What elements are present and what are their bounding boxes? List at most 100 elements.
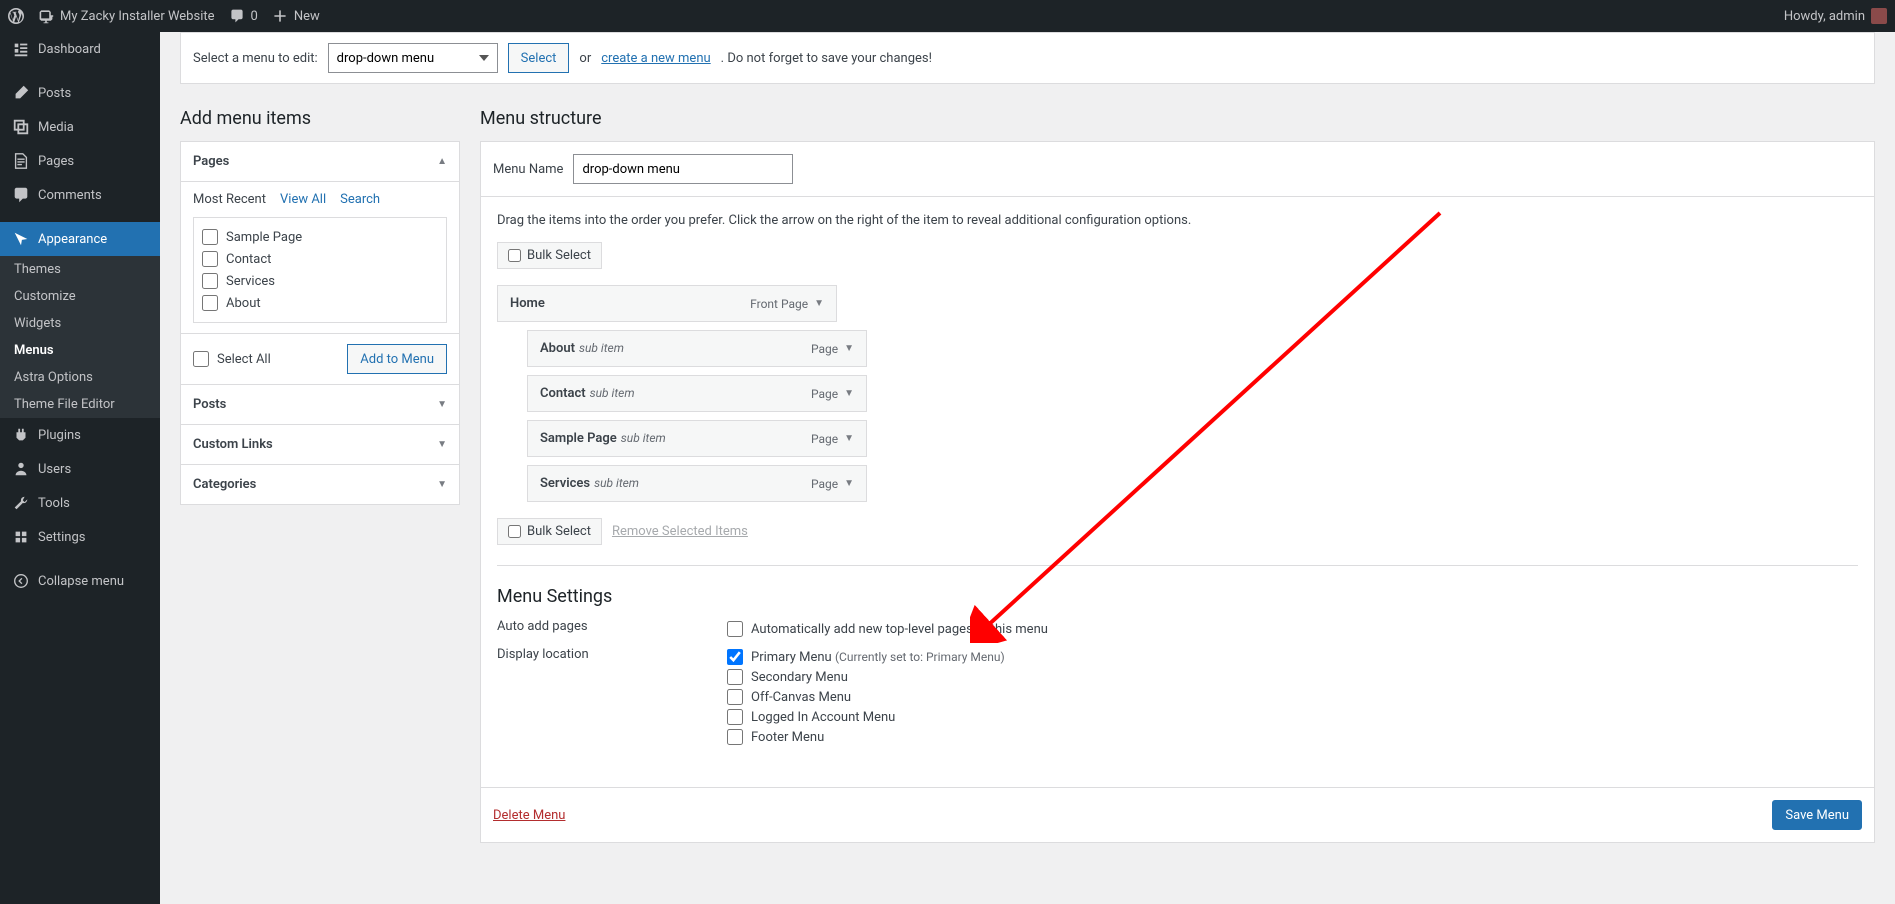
wp-logo[interactable] [8, 8, 24, 24]
select-all-row[interactable]: Select All [193, 348, 271, 370]
howdy-text: Howdy, admin [1784, 9, 1865, 24]
page-checkbox[interactable] [202, 295, 218, 311]
page-checkbox-row[interactable]: Services [202, 270, 438, 292]
location-option[interactable]: Off-Canvas Menu [727, 687, 1005, 707]
tab-most-recent[interactable]: Most Recent [193, 192, 266, 207]
menu-item-subtype: sub item [579, 341, 624, 355]
delete-menu-link[interactable]: Delete Menu [493, 808, 565, 823]
location-checkbox[interactable] [727, 709, 743, 725]
auto-add-option[interactable]: Automatically add new top-level pages to… [727, 619, 1048, 639]
bulk-select-checkbox[interactable] [508, 249, 521, 262]
chevron-down-icon: ▼ [437, 439, 447, 450]
nav-comments[interactable]: Comments [0, 178, 160, 212]
new-link[interactable]: New [272, 8, 320, 24]
menu-settings-heading: Menu Settings [497, 586, 1858, 607]
page-checkbox-row[interactable]: Contact [202, 248, 438, 270]
location-checkbox[interactable] [727, 649, 743, 665]
categories-section-head[interactable]: Categories▼ [181, 465, 459, 504]
account-link[interactable]: Howdy, admin [1784, 8, 1887, 24]
subnav-theme-editor[interactable]: Theme File Editor [0, 391, 160, 418]
chevron-down-icon[interactable]: ▼ [844, 343, 854, 354]
collapse-menu[interactable]: Collapse menu [0, 564, 160, 598]
auto-add-label: Auto add pages [497, 619, 727, 639]
nav-appearance[interactable]: Appearance [0, 222, 160, 256]
location-checkbox[interactable] [727, 669, 743, 685]
location-label: Primary Menu (Currently set to: Primary … [751, 650, 1005, 665]
nav-tools[interactable]: Tools [0, 486, 160, 520]
location-option[interactable]: Primary Menu (Currently set to: Primary … [727, 647, 1005, 667]
subnav-menus[interactable]: Menus [0, 337, 160, 364]
chevron-down-icon: ▼ [437, 399, 447, 410]
nav-users[interactable]: Users [0, 452, 160, 486]
chevron-down-icon[interactable]: ▼ [844, 388, 854, 399]
chevron-down-icon[interactable]: ▼ [844, 433, 854, 444]
add-to-menu-button[interactable]: Add to Menu [347, 344, 447, 374]
nav-media[interactable]: Media [0, 110, 160, 144]
page-checkbox[interactable] [202, 229, 218, 245]
menu-item-title: Services [540, 476, 590, 491]
location-option[interactable]: Logged In Account Menu [727, 707, 1005, 727]
tab-search[interactable]: Search [340, 192, 380, 207]
page-checkbox[interactable] [202, 273, 218, 289]
menu-item-title: Home [510, 296, 545, 311]
admin-bar: My Zacky Installer Website 0 New Howdy, … [0, 0, 1895, 32]
nav-settings[interactable]: Settings [0, 520, 160, 554]
menu-select[interactable]: drop-down menu [328, 43, 498, 73]
save-menu-button[interactable]: Save Menu [1772, 800, 1862, 830]
nav-dashboard[interactable]: Dashboard [0, 32, 160, 66]
menu-name-input[interactable] [573, 154, 793, 184]
pages-section-head[interactable]: Pages▲ [181, 142, 459, 182]
menu-item[interactable]: Aboutsub itemPage ▼ [527, 330, 867, 367]
menu-item-subtype: sub item [594, 476, 639, 490]
page-label: Contact [226, 252, 271, 267]
suffix-text: . Do not forget to save your changes! [721, 51, 932, 66]
subnav-customize[interactable]: Customize [0, 283, 160, 310]
subnav-widgets[interactable]: Widgets [0, 310, 160, 337]
menu-structure-frame: Menu Name Drag the items into the order … [480, 141, 1875, 843]
tab-view-all[interactable]: View All [280, 192, 326, 207]
page-label: Services [226, 274, 275, 289]
menu-item[interactable]: HomeFront Page ▼ [497, 285, 837, 322]
menu-item[interactable]: Services sub item Page ▼ [527, 465, 867, 502]
location-checkbox[interactable] [727, 729, 743, 745]
nav-label: Pages [38, 154, 74, 169]
page-checkbox-row[interactable]: Sample Page [202, 226, 438, 248]
location-checkbox[interactable] [727, 689, 743, 705]
comments-link[interactable]: 0 [229, 8, 258, 24]
menu-item-type: Page ▼ [811, 432, 854, 446]
bulk-select-bottom[interactable]: Bulk Select [497, 518, 602, 545]
select-all-checkbox[interactable] [193, 351, 209, 367]
avatar [1871, 8, 1887, 24]
menu-name-label: Menu Name [493, 162, 563, 177]
location-option[interactable]: Footer Menu [727, 727, 1005, 747]
create-menu-link[interactable]: create a new menu [601, 51, 710, 66]
bulk-select-checkbox[interactable] [508, 525, 521, 538]
select-button[interactable]: Select [508, 43, 570, 73]
nav-plugins[interactable]: Plugins [0, 418, 160, 452]
nav-posts[interactable]: Posts [0, 76, 160, 110]
add-items-heading: Add menu items [180, 108, 460, 129]
chevron-down-icon[interactable]: ▼ [814, 298, 824, 309]
custom-links-section-head[interactable]: Custom Links▼ [181, 425, 459, 465]
location-option[interactable]: Secondary Menu [727, 667, 1005, 687]
menu-item[interactable]: Sample Pagesub itemPage ▼ [527, 420, 867, 457]
site-link[interactable]: My Zacky Installer Website [38, 8, 215, 24]
nav-pages[interactable]: Pages [0, 144, 160, 178]
nav-label: Collapse menu [38, 574, 124, 589]
page-label: Sample Page [226, 230, 302, 245]
menu-item[interactable]: Contactsub itemPage ▼ [527, 375, 867, 412]
bulk-select-label: Bulk Select [527, 524, 591, 539]
nav-label: Users [38, 462, 71, 477]
subnav-themes[interactable]: Themes [0, 256, 160, 283]
menu-select-bar: Select a menu to edit: drop-down menu Se… [180, 32, 1875, 84]
menu-structure-heading: Menu structure [480, 108, 1875, 129]
menu-item-type: Page ▼ [811, 477, 854, 491]
bulk-select-label: Bulk Select [527, 248, 591, 263]
subnav-astra[interactable]: Astra Options [0, 364, 160, 391]
chevron-down-icon[interactable]: ▼ [844, 478, 854, 489]
page-checkbox[interactable] [202, 251, 218, 267]
bulk-select-top[interactable]: Bulk Select [497, 242, 602, 269]
page-checkbox-row[interactable]: About [202, 292, 438, 314]
auto-add-checkbox[interactable] [727, 621, 743, 637]
posts-section-head[interactable]: Posts▼ [181, 385, 459, 425]
